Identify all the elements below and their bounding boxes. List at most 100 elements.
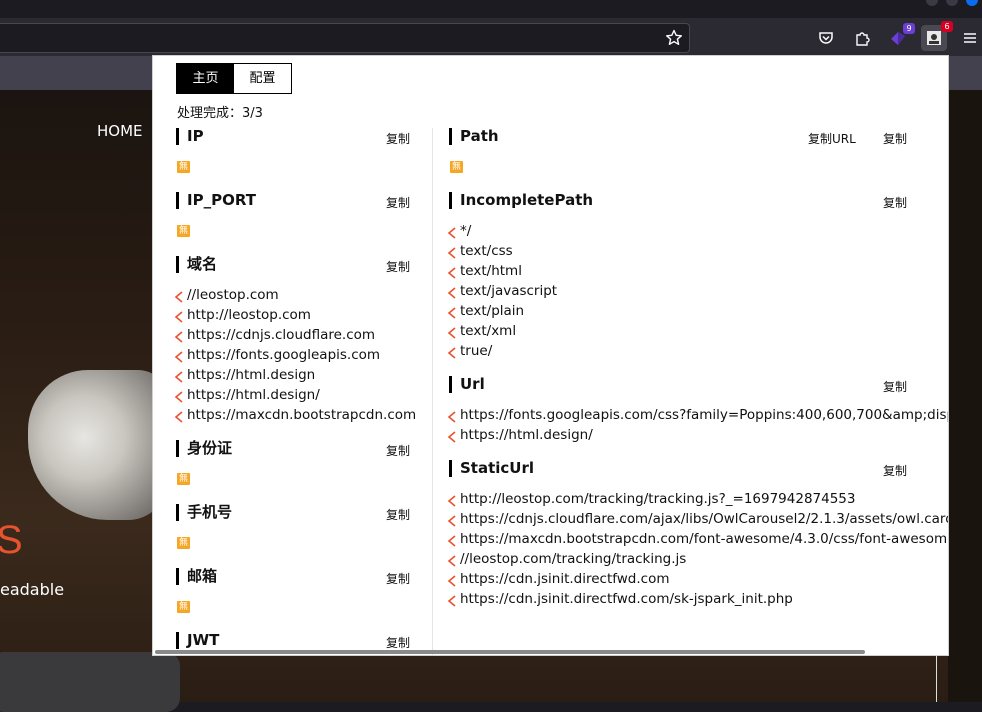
list-item-text: text/javascript <box>460 283 558 299</box>
list-item[interactable]: https://html.design <box>174 365 315 385</box>
list-item-text: */ <box>460 223 472 239</box>
copy-url-button[interactable]: 复制 <box>883 378 907 395</box>
list-item[interactable]: https://cdn.jsinit.directfwd.com/sk-jspa… <box>447 589 793 609</box>
list-item-text: https://fonts.googleapis.com/css?family=… <box>460 407 948 423</box>
list-item[interactable]: https://html.design/ <box>447 425 593 445</box>
chevron-left-icon <box>447 325 457 339</box>
copy-jwt-button[interactable]: 复制 <box>386 634 410 651</box>
section-title-incomplete-path: IncompletePath <box>449 192 593 209</box>
copy-path-button[interactable]: 复制 <box>883 130 907 147</box>
copy-domain-button[interactable]: 复制 <box>386 258 410 275</box>
empty-tag-phone: 無 <box>177 537 190 549</box>
chevron-left-icon <box>447 513 457 527</box>
horizontal-scrollbar[interactable] <box>155 650 865 654</box>
list-item-text: https://cdnjs.cloudflare.com <box>187 327 376 343</box>
chevron-left-icon <box>174 309 184 323</box>
popup-tabs: 主页 配置 <box>176 63 292 94</box>
copy-phone-button[interactable]: 复制 <box>386 506 410 523</box>
section-title-ip: IP <box>176 128 204 145</box>
address-bar[interactable] <box>0 23 690 53</box>
chevron-left-icon <box>174 409 184 423</box>
empty-tag-path: 無 <box>450 161 463 173</box>
list-item[interactable]: text/plain <box>447 301 524 321</box>
empty-tag-ip: 無 <box>177 161 190 173</box>
list-item[interactable]: */ <box>447 221 471 241</box>
copy-ip-button[interactable]: 复制 <box>386 130 410 147</box>
chevron-left-icon <box>174 369 184 383</box>
list-item[interactable]: text/css <box>447 241 513 261</box>
list-item[interactable]: https://cdnjs.cloudflare.com <box>174 325 375 345</box>
extensions-puzzle-icon[interactable] <box>851 27 873 49</box>
section-title-email: 邮箱 <box>176 568 217 585</box>
list-item-text: https://cdn.jsinit.directfwd.com <box>460 571 670 587</box>
list-item[interactable]: //leostop.com/tracking/tracking.js <box>447 549 686 569</box>
chevron-left-icon <box>447 285 457 299</box>
chevron-left-icon <box>447 225 457 239</box>
chevron-left-icon <box>447 593 457 607</box>
list-item-text: https://cdn.jsinit.directfwd.com/sk-jspa… <box>460 591 793 607</box>
window-maximize-button[interactable] <box>946 0 958 6</box>
section-title-url: Url <box>449 376 485 393</box>
tab-home[interactable]: 主页 <box>177 64 234 93</box>
empty-tag-ip-port: 無 <box>177 225 190 237</box>
section-title-jwt: JWT <box>176 632 219 649</box>
list-item-text: https://maxcdn.bootstrapcdn.com/font-awe… <box>460 531 948 547</box>
list-item[interactable]: //leostop.com <box>174 285 279 305</box>
site-nav-home[interactable]: HOME <box>97 122 143 140</box>
processing-status: 处理完成：3/3 <box>177 106 263 121</box>
list-item-text: text/css <box>460 243 513 259</box>
list-item-text: https://html.design/ <box>460 427 593 443</box>
window-minimize-button[interactable] <box>926 0 938 6</box>
site-hero-subtext: eadable <box>0 580 65 599</box>
list-item[interactable]: text/xml <box>447 321 516 341</box>
tab-config[interactable]: 配置 <box>234 64 291 93</box>
chevron-left-icon <box>447 533 457 547</box>
copy-ip-port-button[interactable]: 复制 <box>386 194 410 211</box>
list-item[interactable]: http://leostop.com <box>174 305 311 325</box>
list-item-text: https://fonts.googleapis.com <box>187 347 381 363</box>
copy-idcard-button[interactable]: 复制 <box>386 442 410 459</box>
chevron-left-icon <box>447 553 457 567</box>
website-divider-line <box>936 655 937 702</box>
list-item[interactable]: https://html.design/ <box>174 385 320 405</box>
list-item-text: http://leostop.com/tracking/tracking.js?… <box>460 491 856 507</box>
list-item[interactable]: https://maxcdn.bootstrapcdn.com <box>174 405 416 425</box>
hamburger-menu-icon[interactable] <box>959 27 981 49</box>
section-title-phone: 手机号 <box>176 504 232 521</box>
list-item-text: //leostop.com/tracking/tracking.js <box>460 551 687 567</box>
empty-tag-email: 無 <box>177 601 190 613</box>
copy-email-button[interactable]: 复制 <box>386 570 410 587</box>
pocket-icon[interactable] <box>815 27 837 49</box>
extension-badge-count: 9 <box>903 23 915 34</box>
bookmark-star-icon[interactable] <box>664 28 684 48</box>
window-close-button[interactable] <box>966 0 978 6</box>
list-item[interactable]: https://fonts.googleapis.com <box>174 345 380 365</box>
section-title-ip-port: IP_PORT <box>176 192 256 209</box>
chevron-left-icon <box>447 245 457 259</box>
list-item[interactable]: text/javascript <box>447 281 557 301</box>
list-item[interactable]: http://leostop.com/tracking/tracking.js?… <box>447 489 855 509</box>
list-item[interactable]: https://fonts.googleapis.com/css?family=… <box>447 405 948 425</box>
copy-incomplete-path-button[interactable]: 复制 <box>883 194 907 211</box>
chevron-left-icon <box>447 573 457 587</box>
list-item-text: https://html.design <box>187 367 316 383</box>
chevron-left-icon <box>447 409 457 423</box>
chevron-left-icon <box>174 349 184 363</box>
list-item-text: text/plain <box>460 303 525 319</box>
list-item[interactable]: https://cdn.jsinit.directfwd.com <box>447 569 670 589</box>
chevron-left-icon <box>447 265 457 279</box>
extension-purple-icon[interactable]: 9 <box>887 23 915 49</box>
findsomething-extension-icon[interactable]: 6 <box>921 21 953 51</box>
list-item[interactable]: https://cdnjs.cloudflare.com/ajax/libs/O… <box>447 509 948 529</box>
chevron-left-icon <box>174 289 184 303</box>
list-item-text: https://cdnjs.cloudflare.com/ajax/libs/O… <box>460 511 948 527</box>
copy-static-url-button[interactable]: 复制 <box>883 462 907 479</box>
list-item-text: //leostop.com <box>187 287 279 303</box>
list-item[interactable]: true/ <box>447 341 492 361</box>
copy-url-path-button[interactable]: 复制URL <box>808 130 856 147</box>
window-titlebar <box>0 0 982 18</box>
list-item[interactable]: https://maxcdn.bootstrapcdn.com/font-awe… <box>447 529 948 549</box>
list-item[interactable]: text/html <box>447 261 522 281</box>
list-item-text: https://maxcdn.bootstrapcdn.com <box>187 407 417 423</box>
section-title-domain: 域名 <box>176 256 217 273</box>
